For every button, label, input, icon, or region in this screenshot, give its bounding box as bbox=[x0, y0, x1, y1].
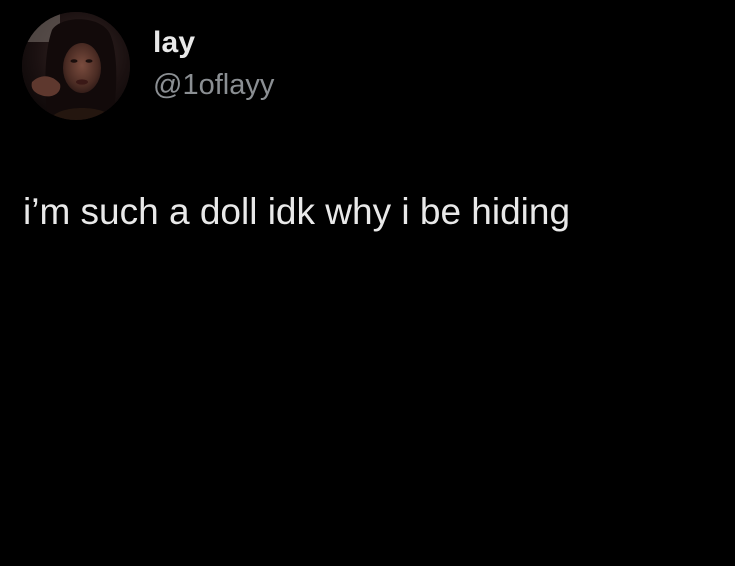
avatar[interactable] bbox=[22, 12, 130, 120]
tweet-card: lay @1oflayy i’m such a doll idk why i b… bbox=[0, 0, 735, 566]
display-name[interactable]: lay bbox=[153, 24, 274, 62]
profile-photo-icon bbox=[22, 12, 130, 120]
author-info: lay @1oflayy bbox=[153, 12, 274, 104]
user-handle[interactable]: @1oflayy bbox=[153, 66, 274, 104]
tweet-text: i’m such a doll idk why i be hiding bbox=[23, 191, 571, 232]
tweet-header: lay @1oflayy bbox=[22, 12, 274, 120]
